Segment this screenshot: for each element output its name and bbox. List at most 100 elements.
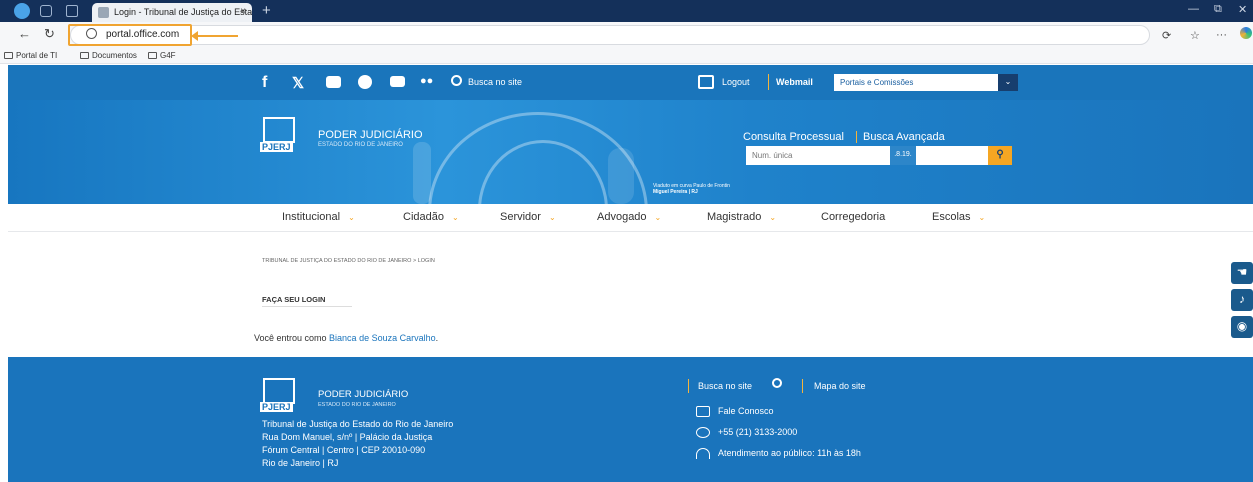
favorite-portal-ti[interactable]: Portal de TI: [4, 51, 57, 60]
search-icon[interactable]: [772, 378, 782, 388]
youtube-icon[interactable]: [390, 76, 405, 87]
pjerj-logo[interactable]: [263, 117, 295, 143]
tree-shape: [413, 142, 431, 204]
url-highlight-box: [68, 24, 192, 46]
x-icon[interactable]: 𝕏: [292, 74, 304, 92]
pjerj-logo-text: PJERJ: [260, 402, 293, 412]
search-site-link[interactable]: Busca no site: [468, 77, 522, 87]
copilot-icon[interactable]: [1240, 27, 1252, 39]
favorite-label: Portal de TI: [16, 51, 58, 60]
pjerj-logo-text: PJERJ: [260, 142, 293, 152]
footer-search-link[interactable]: Busca no site: [698, 381, 752, 391]
sitemap-link[interactable]: Mapa do site: [814, 381, 866, 391]
menu-label: Corregedoria: [821, 211, 886, 223]
audio-accessibility-icon[interactable]: ♪: [1231, 289, 1253, 311]
mail-icon: [696, 406, 710, 417]
folder-icon: [80, 52, 89, 59]
site-footer: PJERJ PODER JUDICIÁRIO ESTADO DO RIO DE …: [8, 357, 1253, 482]
minimize-button[interactable]: —: [1188, 3, 1199, 15]
footer-org-name: PODER JUDICIÁRIO: [318, 389, 409, 400]
headset-icon: [696, 448, 710, 459]
favorites-bar: Portal de TI Documentos G4F: [0, 48, 1253, 64]
menu-label: Magistrado: [707, 211, 762, 223]
active-tab[interactable]: Login - Tribunal de Justiça do Esta ×: [92, 3, 252, 22]
menu-item-magistrado[interactable]: Magistrado ⌄: [707, 211, 776, 223]
footer-address-line: Tribunal de Justiça do Estado do Rio de …: [262, 419, 454, 429]
workspaces-icon[interactable]: [40, 5, 52, 17]
footer-address-line: Rio de Janeiro | RJ: [262, 458, 339, 468]
new-tab-button[interactable]: +: [262, 2, 271, 19]
site-banner: PJERJ PODER JUDICIÁRIO ESTADO DO RIO DE …: [8, 100, 1253, 204]
chevron-down-icon[interactable]: ⌄: [998, 74, 1018, 91]
close-window-button[interactable]: ✕: [1238, 3, 1247, 16]
tab-title: Login - Tribunal de Justiça do Esta: [114, 7, 252, 17]
logout-icon[interactable]: [698, 75, 714, 89]
favorite-documentos[interactable]: Documentos: [80, 51, 137, 60]
logged-in-message: Você entrou como Bianca de Souza Carvalh…: [254, 333, 438, 343]
favorites-icon[interactable]: ☆: [1190, 29, 1200, 42]
contact-link[interactable]: Fale Conosco: [718, 406, 774, 416]
photo-author: Miguel Pereira | RJ: [653, 189, 698, 195]
chevron-down-icon: ⌄: [348, 213, 355, 222]
chevron-down-icon: ⌄: [548, 213, 556, 222]
logged-prefix: Você entrou como: [254, 333, 330, 343]
facebook-icon[interactable]: f: [262, 74, 267, 92]
service-hours: Atendimento ao público: 11h às 18h: [718, 448, 861, 458]
page-title: FAÇA SEU LOGIN: [262, 295, 326, 304]
footer-address-line: Rua Dom Manuel, s/nº | Palácio da Justiç…: [262, 432, 433, 442]
separator: [802, 379, 803, 393]
chevron-down-icon: ⌄: [978, 213, 986, 222]
folder-icon: [148, 52, 157, 59]
separator: [768, 74, 769, 90]
phone-number: +55 (21) 3133-2000: [718, 427, 798, 437]
user-name-link[interactable]: Bianca de Souza Carvalho: [329, 333, 436, 343]
phone-icon: [696, 427, 710, 438]
search-button[interactable]: ⚲: [988, 146, 1012, 165]
logged-suffix: .: [435, 333, 439, 343]
process-number-input-end[interactable]: [916, 146, 988, 165]
org-subtitle: ESTADO DO RIO DE JANEIRO: [318, 142, 403, 148]
contrast-eye-icon[interactable]: ◉: [1231, 316, 1253, 338]
close-tab-icon[interactable]: ×: [240, 6, 246, 17]
separator: [688, 379, 689, 393]
menu-item-advogado[interactable]: Advogado ⌄: [597, 211, 661, 223]
menu-label: Institucional: [282, 211, 341, 223]
menu-item-institucional[interactable]: Institucional ⌄: [282, 211, 355, 223]
restore-button[interactable]: ⧉: [1214, 3, 1222, 16]
process-number-input[interactable]: Num. única: [746, 146, 890, 165]
org-name: PODER JUDICIÁRIO: [318, 129, 423, 141]
sign-language-icon[interactable]: ☚: [1231, 262, 1253, 284]
busca-avancada-link[interactable]: Busca Avançada: [863, 131, 945, 143]
profile-icon[interactable]: [14, 3, 30, 19]
tree-shape: [608, 148, 634, 204]
favorite-g4f[interactable]: G4F: [148, 51, 176, 60]
instagram-icon[interactable]: [326, 76, 341, 88]
portais-select[interactable]: Portais e Comissões: [834, 74, 998, 91]
menu-label: Servidor: [500, 211, 541, 223]
breadcrumb[interactable]: TRIBUNAL DE JUSTIÇA DO ESTADO DO RIO DE …: [262, 258, 435, 264]
extensions-icon[interactable]: ⟳: [1162, 29, 1171, 42]
site-favicon-icon: [98, 7, 109, 18]
menu-item-corregedoria[interactable]: Corregedoria: [821, 211, 885, 223]
menu-item-servidor[interactable]: Servidor ⌄: [500, 211, 556, 223]
flickr-icon[interactable]: ●●: [420, 75, 433, 87]
back-icon[interactable]: ←: [18, 26, 31, 41]
menu-item-escolas[interactable]: Escolas ⌄: [932, 211, 985, 223]
divider: [262, 306, 352, 307]
webmail-link[interactable]: Webmail: [776, 77, 813, 87]
site-top-strip: f 𝕏 ●● Busca no site Logout Webmail Port…: [8, 65, 1253, 100]
browser-tab-bar: Login - Tribunal de Justiça do Esta × + …: [0, 0, 1253, 22]
logout-link[interactable]: Logout: [722, 77, 750, 87]
refresh-icon[interactable]: ↻: [44, 26, 55, 42]
chevron-down-icon: ⌄: [769, 213, 777, 222]
folder-icon: [4, 52, 13, 59]
favorite-label: G4F: [160, 51, 176, 60]
favorite-label: Documentos: [92, 51, 137, 60]
footer-address-line: Fórum Central | Centro | CEP 20010-090: [262, 445, 426, 455]
spotify-icon[interactable]: [358, 75, 372, 89]
more-menu-icon[interactable]: ···: [1216, 29, 1227, 41]
search-icon[interactable]: [451, 75, 462, 86]
tab-actions-icon[interactable]: [66, 5, 78, 17]
menu-item-cidadao[interactable]: Cidadão ⌄: [403, 211, 459, 223]
consulta-processual-link[interactable]: Consulta Processual: [743, 131, 844, 143]
